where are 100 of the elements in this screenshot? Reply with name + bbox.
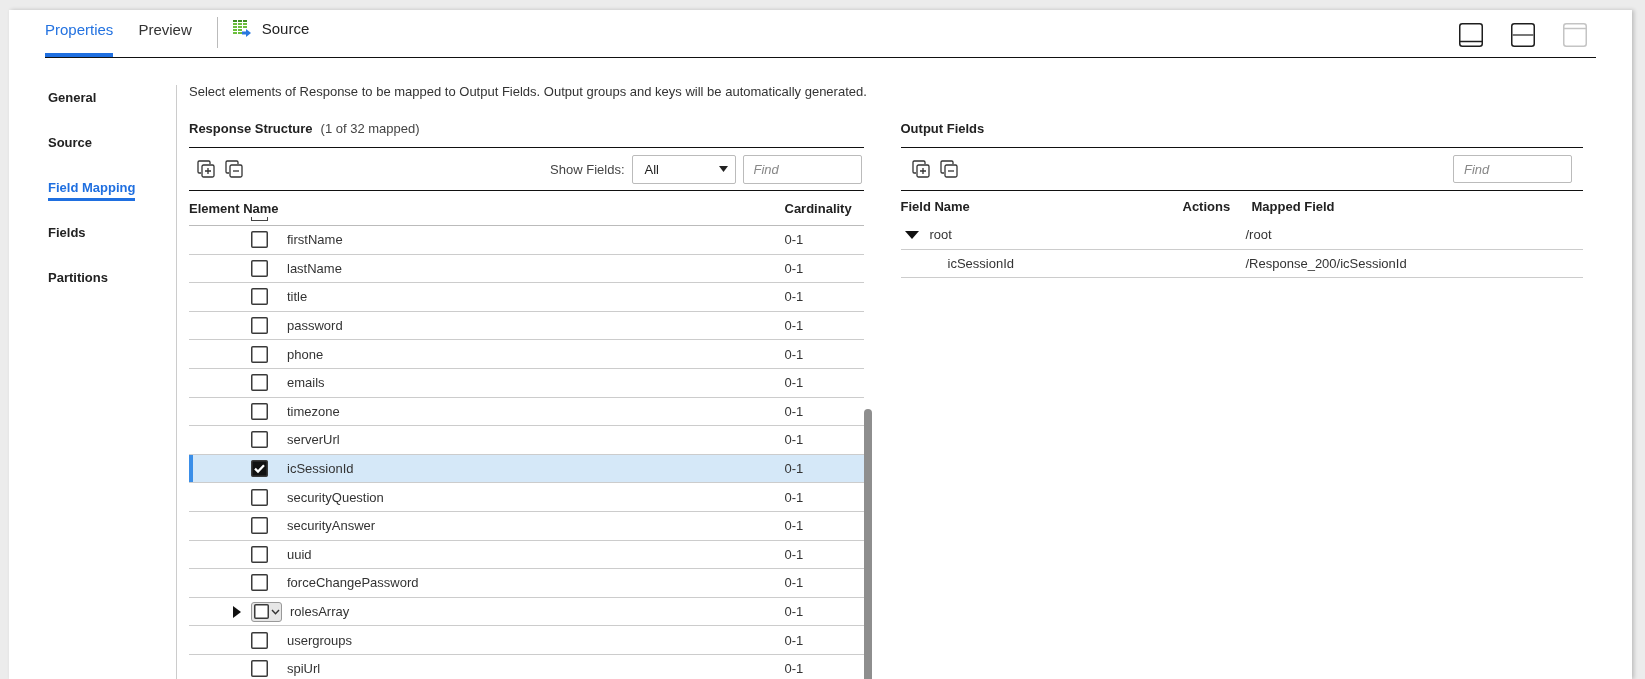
checkbox[interactable] <box>251 517 268 535</box>
table-cell-text: 0-1 <box>784 632 805 648</box>
table-cell-text: /root <box>1245 227 1273 243</box>
table-cell-text: 0-1 <box>784 375 805 391</box>
column-header: Field Name <box>900 198 971 214</box>
table-row[interactable]: rolesArray 0-1 <box>189 597 864 627</box>
column-header: Cardinality <box>784 200 853 216</box>
mapped-count: (1 of 32 mapped) <box>320 121 420 136</box>
show-fields-label: Show Fields: <box>550 161 625 177</box>
table-cell: lastName <box>287 260 342 276</box>
table-row[interactable]: password 0-1 <box>189 311 864 341</box>
table-cell: serverUrl <box>287 432 340 448</box>
checkbox[interactable] <box>251 660 268 678</box>
minus-squares-icon[interactable] <box>939 160 958 178</box>
table-cell-text: 0-1 <box>784 289 805 305</box>
table-cell: phone <box>287 346 324 362</box>
table-row[interactable]: uuid 0-1 <box>189 540 864 570</box>
checkbox[interactable] <box>251 317 268 335</box>
checkbox[interactable] <box>251 460 268 478</box>
table-cell: rolesArray <box>290 604 350 619</box>
checkbox-dropdown[interactable] <box>251 601 282 622</box>
table-cell-text: 0-1 <box>784 232 805 248</box>
table-cell-text: 0-1 <box>784 260 805 276</box>
checkbox[interactable] <box>251 402 268 420</box>
table-row[interactable]: phone 0-1 <box>189 340 864 369</box>
table-cell-text: 0-1 <box>784 604 805 619</box>
table-cell: firstName <box>287 232 343 248</box>
table-cell: title <box>287 289 308 305</box>
table-row[interactable]: usergroups 0-1 <box>189 626 864 655</box>
bottom-panel-icon[interactable] <box>1459 23 1483 47</box>
table-cell-text: 0-1 <box>784 546 805 562</box>
table-cell-text: 0-1 <box>784 661 805 677</box>
checkbox[interactable] <box>251 431 268 449</box>
checkbox[interactable] <box>251 545 268 563</box>
checkbox[interactable] <box>251 488 268 506</box>
table-cell: uuid <box>287 546 312 562</box>
find-input[interactable]: Find <box>1453 155 1572 183</box>
sidebar-item[interactable]: Partitions <box>48 264 108 291</box>
table-cell-text: 0-1 <box>784 461 805 477</box>
checkbox[interactable] <box>251 259 268 277</box>
table-cell: timezone <box>287 403 340 419</box>
table-cell: icSessionId <box>287 461 354 477</box>
tab[interactable]: Properties <box>45 10 114 57</box>
table-row[interactable]: title 0-1 <box>189 283 864 312</box>
split-panel-icon[interactable] <box>1511 23 1535 47</box>
checkbox[interactable] <box>251 345 268 363</box>
checkbox[interactable] <box>254 604 269 619</box>
table-row[interactable]: icSessionId 0-1 <box>189 454 864 484</box>
table-arrow-icon <box>232 19 251 37</box>
section-title: Response Structure <box>189 121 313 136</box>
table-row[interactable]: firstName 0-1 <box>189 226 864 255</box>
table-cell-text: 0-1 <box>784 318 805 334</box>
caret-down-icon <box>718 166 728 172</box>
table-row[interactable]: serverUrl 0-1 <box>189 426 864 455</box>
table-cell-text: 0-1 <box>784 518 805 534</box>
table-cell-text: 0-1 <box>784 489 805 505</box>
section-title: Output Fields <box>900 121 985 136</box>
sidebar-item[interactable]: Source <box>48 129 93 156</box>
table-row[interactable]: securityQuestion 0-1 <box>189 483 864 512</box>
table-row[interactable]: spiUrl 0-1 <box>189 654 864 679</box>
caret-down-icon[interactable] <box>904 230 919 239</box>
chevron-down-icon <box>271 608 280 615</box>
caret-right-icon[interactable] <box>233 605 241 618</box>
checkbox[interactable] <box>251 288 268 306</box>
sidebar-item[interactable]: Field Mapping <box>48 174 136 201</box>
table-cell: root <box>929 227 952 243</box>
table-cell: password <box>287 318 343 334</box>
tab[interactable]: Preview <box>138 10 192 57</box>
sidebar-item[interactable]: Fields <box>48 219 86 246</box>
table-cell: emails <box>287 375 325 391</box>
checkbox[interactable] <box>251 631 268 649</box>
table-cell-text: 0-1 <box>784 403 805 419</box>
table-cell-text: 0-1 <box>784 432 805 448</box>
table-cell: forceChangePassword <box>287 575 419 591</box>
table-cell-text: 0-1 <box>784 575 805 591</box>
table-cell: securityQuestion <box>287 489 384 505</box>
table-cell-text: 0-1 <box>784 346 805 362</box>
column-header: Element Name <box>189 200 280 216</box>
plus-squares-icon[interactable] <box>197 160 215 178</box>
table-cell: usergroups <box>287 632 353 648</box>
checkbox-edge-icon <box>251 217 268 221</box>
table-row[interactable]: lastName 0-1 <box>189 254 864 284</box>
checkbox[interactable] <box>251 374 268 392</box>
checkbox[interactable] <box>251 574 268 592</box>
table-cell: securityAnswer <box>287 518 376 534</box>
scrollbar-thumb[interactable] <box>863 409 872 679</box>
minus-squares-icon[interactable] <box>225 160 243 178</box>
column-header: Actions <box>1182 198 1232 214</box>
checkbox[interactable] <box>251 231 268 249</box>
table-row[interactable]: forceChangePassword 0-1 <box>189 569 864 598</box>
column-header: Mapped Field <box>1250 198 1336 214</box>
table-row[interactable]: timezone 0-1 <box>189 397 864 427</box>
find-input[interactable]: Find <box>742 154 862 184</box>
table-cell: spiUrl <box>287 661 321 677</box>
table-row[interactable]: securityAnswer 0-1 <box>189 511 864 541</box>
table-row[interactable]: emails 0-1 <box>189 368 864 398</box>
table-cell: icSessionId <box>947 255 1014 271</box>
show-fields-dropdown[interactable]: All <box>631 154 736 184</box>
plus-squares-icon[interactable] <box>911 160 930 178</box>
sidebar-item[interactable]: General <box>48 84 97 111</box>
